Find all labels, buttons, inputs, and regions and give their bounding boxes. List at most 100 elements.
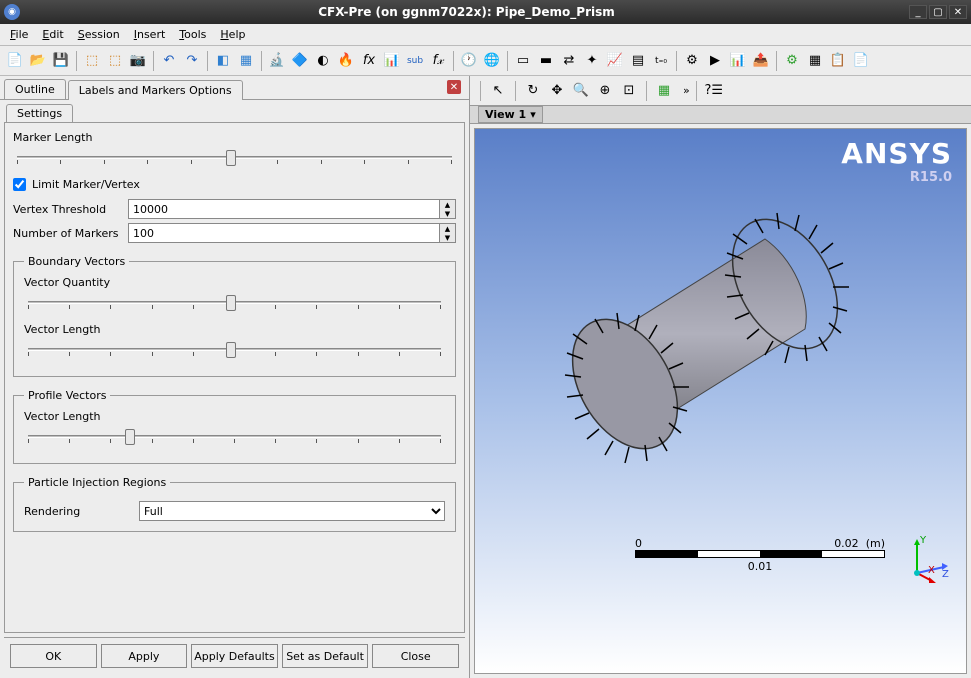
time-t0-icon[interactable]: t₌₀ [650,50,672,72]
camera-icon[interactable]: 📷 [127,50,149,72]
select-icon[interactable]: ↖ [487,80,509,102]
limit-marker-vertex-checkbox[interactable] [13,178,26,191]
help-icon[interactable]: ?☰ [703,80,725,102]
number-of-markers-input[interactable] [129,224,439,242]
markers-down[interactable]: ▼ [440,233,455,242]
properties-panel: Outline Labels and Markers Options ✕ Set… [0,76,470,678]
view-icon[interactable]: ▦ [804,50,826,72]
settings-icon[interactable]: ⚙ [781,50,803,72]
vertex-threshold-up[interactable]: ▲ [440,200,455,209]
results-icon[interactable]: 📊 [727,50,749,72]
apply-button[interactable]: Apply [101,644,188,668]
cube-icon[interactable]: ◧ [212,50,234,72]
analysis-icon[interactable]: 🔬 [266,50,288,72]
number-of-markers-label: Number of Markers [13,227,128,240]
dialog-buttons: OK Apply Apply Defaults Set as Default C… [4,637,465,674]
region-icon[interactable]: ▭ [512,50,534,72]
set-as-default-button[interactable]: Set as Default [282,644,369,668]
menu-tools[interactable]: Tools [173,26,212,43]
menubar: File Edit Session Insert Tools Help [0,24,971,46]
minimize-button[interactable]: _ [909,5,927,19]
marker-length-slider[interactable] [13,148,456,168]
boundary-vectors-legend: Boundary Vectors [24,255,129,268]
markers-up[interactable]: ▲ [440,224,455,233]
view1-tab[interactable]: View 1 ▾ [478,106,543,123]
vector-length-label: Vector Length [24,323,445,336]
redo-icon[interactable]: ↷ [181,50,203,72]
boundary-icon[interactable]: ◐ [312,50,334,72]
paste-icon[interactable]: 📄 [850,50,872,72]
profile-vectors-legend: Profile Vectors [24,389,110,402]
menu-help[interactable]: Help [214,26,251,43]
view-tabs: View 1 ▾ [470,106,971,124]
mesh-icon[interactable]: ⬚ [81,50,103,72]
ok-button[interactable]: OK [10,644,97,668]
toolbar-expand[interactable]: » [683,84,690,97]
close-button[interactable]: Close [372,644,459,668]
export-icon[interactable]: 📤 [750,50,772,72]
menu-file[interactable]: File [4,26,34,43]
new-icon[interactable]: 📄 [4,50,26,72]
function-icon[interactable]: fx [358,50,380,72]
maximize-button[interactable]: ▢ [929,5,947,19]
zoom-fit-icon[interactable]: ⊕ [594,80,616,102]
profile-vector-length-label: Vector Length [24,410,445,423]
vertex-threshold-label: Vertex Threshold [13,203,128,216]
tab-outline[interactable]: Outline [4,79,66,99]
pan-icon[interactable]: ✥ [546,80,568,102]
monitor-icon[interactable]: ▤ [627,50,649,72]
rendering-select[interactable]: Full [139,501,445,521]
pipe-geometry [535,179,895,479]
viewport-3d[interactable]: ANSYS R15.0 [474,128,967,674]
open-icon[interactable]: 📂 [27,50,49,72]
particle-injection-group: Particle Injection Regions Rendering Ful… [13,476,456,532]
flame-icon[interactable]: 🔥 [335,50,357,72]
cube2-icon[interactable]: ▦ [235,50,257,72]
vertex-threshold-input[interactable] [129,200,439,218]
app-icon: ◉ [4,4,20,20]
menu-edit[interactable]: Edit [36,26,69,43]
menu-insert[interactable]: Insert [128,26,172,43]
boundary-vectors-group: Boundary Vectors Vector Quantity Vector … [13,255,456,377]
domain-icon[interactable]: 🔷 [289,50,311,72]
panel-tabs: Outline Labels and Markers Options ✕ [0,76,469,100]
save-icon[interactable]: 💾 [50,50,72,72]
sub-icon[interactable]: sub [404,50,426,72]
window-title: CFX-Pre (on ggnm7022x): Pipe_Demo_Prism [24,5,909,19]
svg-text:X: X [928,565,935,576]
chart-icon[interactable]: 📊 [381,50,403,72]
copy-icon[interactable]: 📋 [827,50,849,72]
region2-icon[interactable]: ▬ [535,50,557,72]
svg-text:Y: Y [919,535,927,546]
run-icon[interactable]: ▶ [704,50,726,72]
close-tab-icon[interactable]: ✕ [447,80,461,94]
clock-icon[interactable]: 🕐 [458,50,480,72]
interface-icon[interactable]: ⇄ [558,50,580,72]
menu-session[interactable]: Session [72,26,126,43]
particle-injection-legend: Particle Injection Regions [24,476,170,489]
view-toolbar: ↖ ↻ ✥ 🔍 ⊕ ⊡ ▦ » ?☰ [470,76,971,106]
vertex-threshold-down[interactable]: ▼ [440,209,455,218]
subtab-settings[interactable]: Settings [6,104,73,122]
profile-vector-length-slider[interactable] [24,427,445,447]
settings-content: Marker Length Limit Marker/Vertex Vertex… [4,122,465,633]
undo-icon[interactable]: ↶ [158,50,180,72]
rendering-label: Rendering [24,505,139,518]
source-icon[interactable]: ✦ [581,50,603,72]
highlight-icon[interactable]: ▦ [653,80,675,102]
close-window-button[interactable]: ✕ [949,5,967,19]
vector-quantity-slider[interactable] [24,293,445,313]
svg-text:Z: Z [942,569,949,580]
zoom-box-icon[interactable]: ⊡ [618,80,640,102]
solver-icon[interactable]: ⚙ [681,50,703,72]
fx-icon[interactable]: f𝓍 [427,50,449,72]
rotate-icon[interactable]: ↻ [522,80,544,102]
zoom-in-icon[interactable]: 🔍 [570,80,592,102]
vector-length-slider[interactable] [24,340,445,360]
tab-labels-markers[interactable]: Labels and Markers Options [68,80,243,100]
marker-length-label: Marker Length [13,131,456,144]
plot-icon[interactable]: 📈 [604,50,626,72]
globe-icon[interactable]: 🌐 [481,50,503,72]
apply-defaults-button[interactable]: Apply Defaults [191,644,278,668]
mesh2-icon[interactable]: ⬚ [104,50,126,72]
